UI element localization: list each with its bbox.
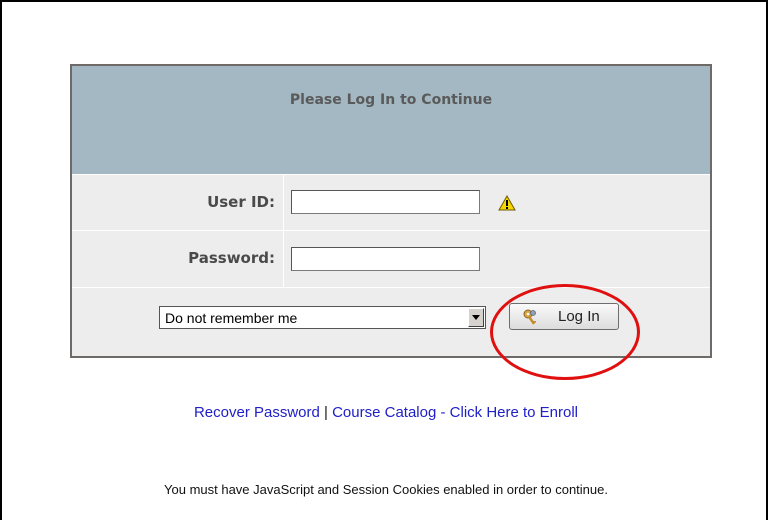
password-input[interactable]: [291, 247, 480, 271]
login-button-label: Log In: [558, 308, 600, 325]
password-label: Password:: [188, 249, 275, 267]
footer-links: Recover Password | Course Catalog - Clic…: [0, 404, 772, 421]
user-id-row: User ID:: [72, 175, 710, 231]
login-header: Please Log In to Continue: [72, 66, 710, 175]
warning-icon: [498, 195, 516, 211]
user-id-label: User ID:: [207, 193, 275, 211]
password-label-cell: Password:: [72, 231, 284, 287]
remember-me-select[interactable]: Do not remember me: [159, 306, 486, 329]
key-icon: [523, 309, 536, 325]
recover-password-link[interactable]: Recover Password: [194, 404, 320, 421]
chevron-down-icon[interactable]: [468, 308, 484, 327]
course-catalog-link[interactable]: Course Catalog - Click Here to Enroll: [332, 404, 578, 421]
login-title: Please Log In to Continue: [289, 92, 493, 108]
user-id-label-cell: User ID:: [72, 175, 284, 230]
link-separator: |: [324, 404, 328, 421]
login-button[interactable]: Log In: [509, 303, 619, 330]
remember-me-value: Do not remember me: [165, 310, 298, 326]
requirements-notice: You must have JavaScript and Session Coo…: [164, 482, 608, 497]
password-row: Password:: [72, 231, 710, 288]
user-id-input[interactable]: [291, 190, 480, 214]
